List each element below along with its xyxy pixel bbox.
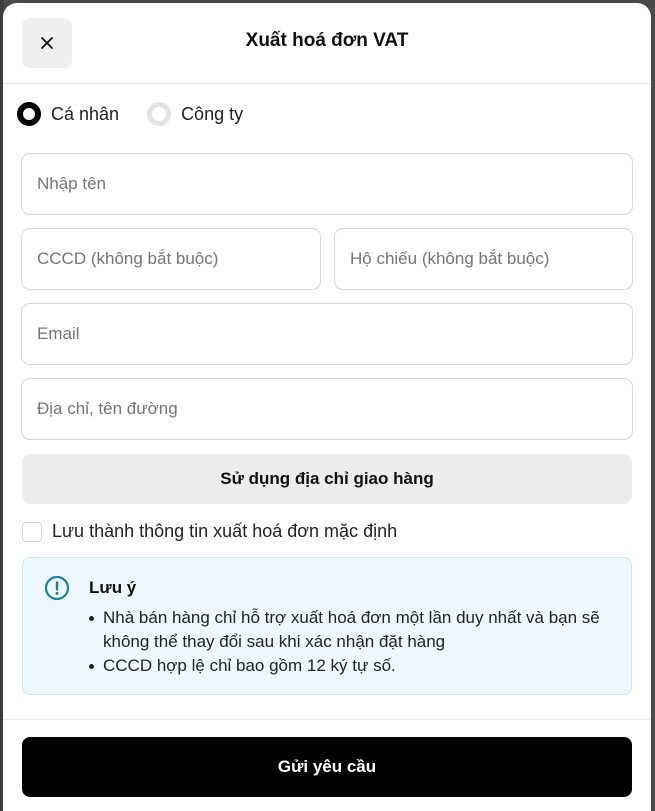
radio-individual[interactable] — [17, 102, 41, 126]
radio-individual-label: Cá nhân — [51, 103, 120, 124]
info-icon — [44, 575, 70, 601]
modal-title: Xuất hoá đơn VAT — [245, 30, 409, 51]
note-item: CCCD hợp lệ chỉ bao gồm 12 ký tự số. — [89, 654, 621, 678]
passport-input[interactable] — [334, 228, 633, 290]
name-input[interactable] — [21, 153, 633, 215]
address-input[interactable] — [21, 378, 633, 440]
note-item: Nhà bán hàng chỉ hỗ trợ xuất hoá đơn một… — [89, 606, 621, 654]
save-default-row: Lưu thành thông tin xuất hoá đơn mặc địn… — [22, 521, 397, 542]
note-list: Nhà bán hàng chỉ hỗ trợ xuất hoá đơn một… — [89, 606, 621, 678]
radio-company[interactable] — [147, 102, 172, 126]
radio-option-company[interactable]: Công ty — [147, 102, 243, 126]
note-box: Lưu ý Nhà bán hàng chỉ hỗ trợ xuất hoá đ… — [22, 557, 632, 695]
email-input[interactable] — [21, 303, 633, 365]
note-title: Lưu ý — [89, 578, 137, 597]
save-default-checkbox[interactable] — [22, 521, 42, 542]
vat-invoice-modal: Xuất hoá đơn VAT Cá nhân Công ty Sử dụng… — [3, 3, 651, 811]
customer-type-radio-group: Cá nhân Công ty — [17, 102, 243, 126]
modal-header: Xuất hoá đơn VAT — [3, 3, 651, 84]
cccd-input[interactable] — [21, 228, 321, 290]
use-shipping-address-button[interactable]: Sử dụng địa chỉ giao hàng — [22, 454, 632, 504]
submit-request-button[interactable]: Gửi yêu cầu — [22, 737, 632, 797]
modal-footer: Gửi yêu cầu — [3, 719, 651, 811]
radio-company-label: Công ty — [181, 103, 244, 124]
save-default-label: Lưu thành thông tin xuất hoá đơn mặc địn… — [52, 521, 398, 541]
radio-option-individual[interactable]: Cá nhân — [17, 102, 119, 126]
